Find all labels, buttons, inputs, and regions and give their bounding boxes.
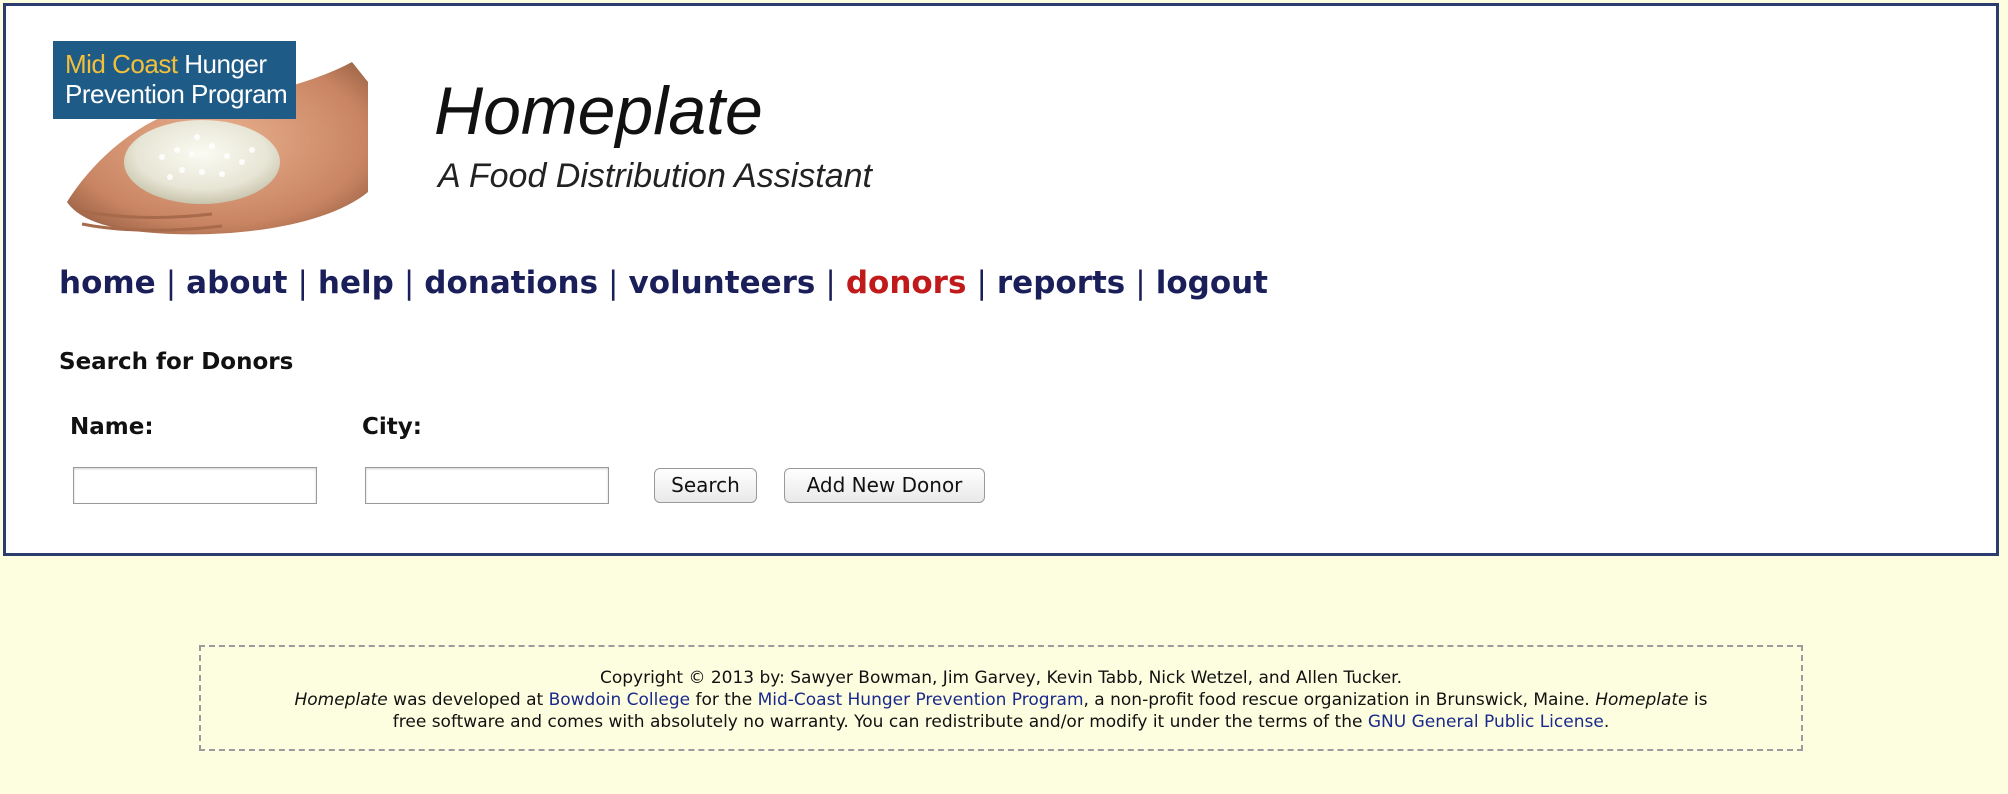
footer: Copyright © 2013 by: Sawyer Bowman, Jim … <box>199 645 1803 751</box>
footer-link-college[interactable]: Bowdoin College <box>549 690 691 710</box>
footer-license: free software and comes with absolutely … <box>201 711 1801 733</box>
nav-home[interactable]: home <box>59 265 156 301</box>
name-label: Name: <box>70 414 154 440</box>
logo-line2: Prevention Program <box>65 79 288 109</box>
city-label: City: <box>362 414 422 440</box>
footer-text: was developed at <box>387 690 549 710</box>
nav-separator: | <box>403 265 415 301</box>
nav-separator: | <box>608 265 619 301</box>
nav-help[interactable]: help <box>318 265 394 301</box>
nav-reports[interactable]: reports <box>997 265 1125 301</box>
footer-copyright: Copyright © 2013 by: Sawyer Bowman, Jim … <box>599 668 1403 688</box>
nav-donors[interactable]: donors <box>846 265 967 301</box>
nav-donations[interactable]: donations <box>424 265 598 301</box>
footer-description: Homeplate was developed at Bowdoin Colle… <box>201 689 1801 711</box>
footer-app-name: Homeplate <box>294 690 388 710</box>
app-title: Homeplate <box>434 73 763 149</box>
app-subtitle: A Food Distribution Assistant <box>438 157 872 195</box>
logo-line1-highlight: Mid Coast <box>65 49 178 79</box>
organization-logo: Mid Coast Hunger Prevention Program <box>53 41 296 119</box>
search-title: Search for Donors <box>59 349 294 375</box>
footer-text: for the <box>690 690 758 710</box>
nav-about[interactable]: about <box>186 265 287 301</box>
footer-link-license[interactable]: GNU General Public License <box>1368 712 1604 732</box>
footer-text: . <box>1603 712 1610 732</box>
nav-logout[interactable]: logout <box>1156 265 1268 301</box>
nav-separator: | <box>1135 265 1146 301</box>
logo-line1-rest: Hunger <box>177 49 267 79</box>
main-nav: home | about | help | donations | volunteers | don… <box>59 265 1268 301</box>
nav-separator: | <box>825 265 836 301</box>
footer-text: free software and comes with absolutely … <box>392 712 1368 732</box>
footer-text: , a non-profit food rescue organization … <box>1083 690 1596 710</box>
nav-separator: | <box>297 265 308 301</box>
name-input[interactable] <box>73 467 317 504</box>
nav-separator: | <box>976 265 987 301</box>
city-input[interactable] <box>365 467 609 504</box>
footer-text: is <box>1688 690 1708 710</box>
add-new-donor-button[interactable]: Add New Donor <box>784 468 985 503</box>
footer-app-name: Homeplate <box>1595 690 1689 710</box>
nav-volunteers[interactable]: volunteers <box>628 265 815 301</box>
nav-separator: | <box>165 265 177 301</box>
main-frame: Mid Coast Hunger Prevention Program Home… <box>3 3 1999 556</box>
search-button[interactable]: Search <box>654 468 757 503</box>
header-banner: Mid Coast Hunger Prevention Program Home… <box>6 6 1038 262</box>
footer-link-org[interactable]: Mid-Coast Hunger Prevention Program <box>758 690 1084 710</box>
